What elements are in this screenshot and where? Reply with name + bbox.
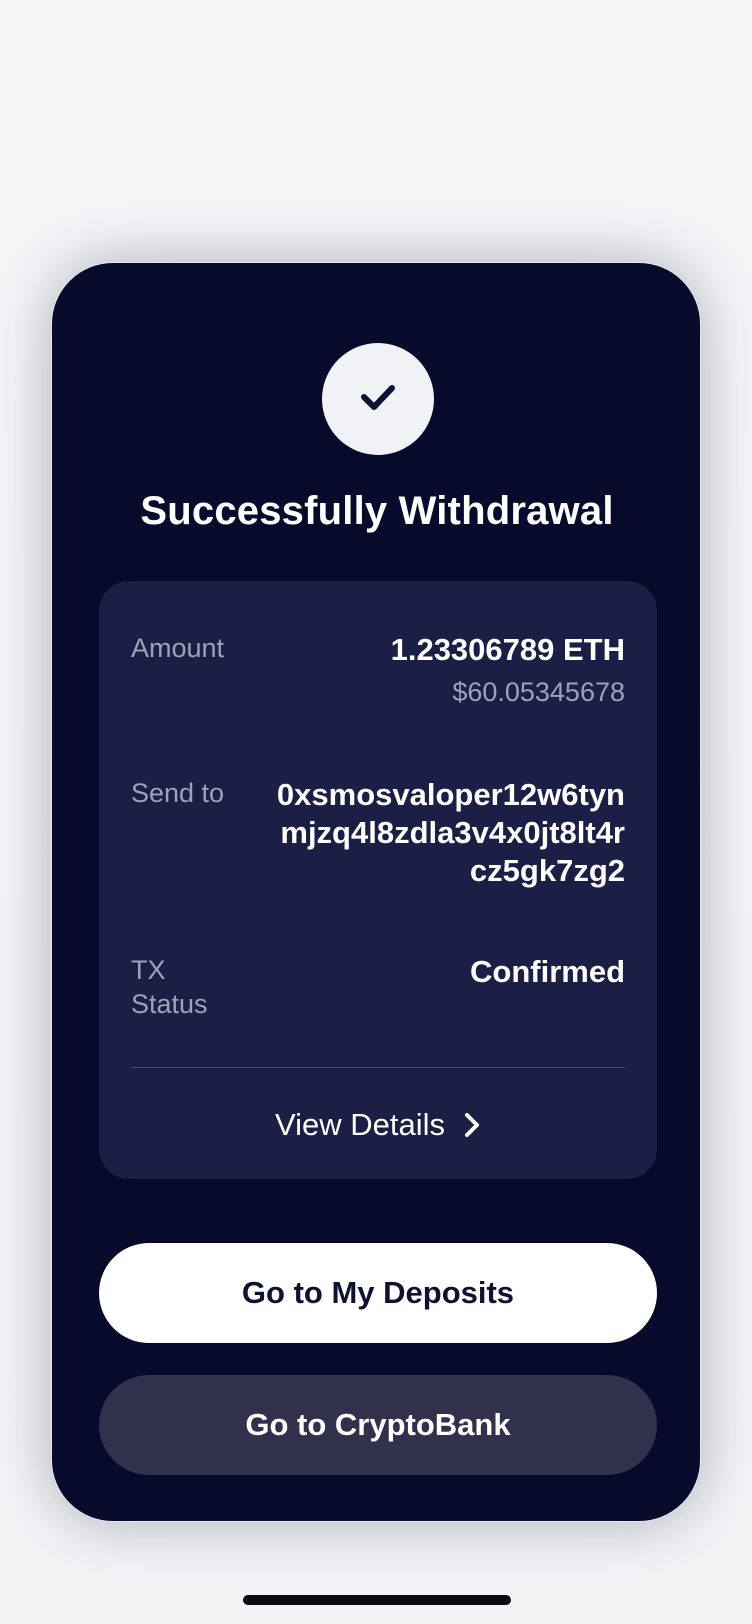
screen: Successfully Withdrawal Amount 1.2330678… <box>0 0 752 1624</box>
page-title: Successfully Withdrawal <box>140 489 614 533</box>
go-to-my-deposits-button[interactable]: Go to My Deposits <box>99 1243 657 1343</box>
amount-label: Amount <box>131 633 225 663</box>
view-details-link[interactable]: View Details <box>99 1101 657 1149</box>
go-to-cryptobank-button[interactable]: Go to CryptoBank <box>99 1375 657 1475</box>
send-to-address: 0xsmosvaloper12w6tynmjzq4l8zdla3v4x0jt8l… <box>276 777 625 888</box>
tx-status-label: TX Status <box>131 955 208 1019</box>
amount-value: 1.23306789 ETH <box>390 632 625 667</box>
tx-status-row: TX Status Confirmed <box>131 953 625 1023</box>
amount-row: Amount 1.23306789 ETH $60.05345678 <box>131 631 625 721</box>
transaction-details-panel: Amount 1.23306789 ETH $60.05345678 Send … <box>99 581 657 1179</box>
send-to-row: Send to 0xsmosvaloper12w6tynmjzq4l8zdla3… <box>131 776 625 896</box>
view-details-label: View Details <box>274 1107 445 1142</box>
check-icon <box>358 381 398 418</box>
divider <box>131 1067 625 1068</box>
tx-status-value: Confirmed <box>470 954 625 989</box>
chevron-right-icon <box>463 1111 481 1139</box>
send-to-label: Send to <box>131 778 225 808</box>
amount-fiat-value: $60.05345678 <box>452 677 625 707</box>
home-indicator[interactable] <box>243 1595 511 1605</box>
withdrawal-success-card: Successfully Withdrawal Amount 1.2330678… <box>51 262 701 1522</box>
success-badge <box>322 343 434 455</box>
